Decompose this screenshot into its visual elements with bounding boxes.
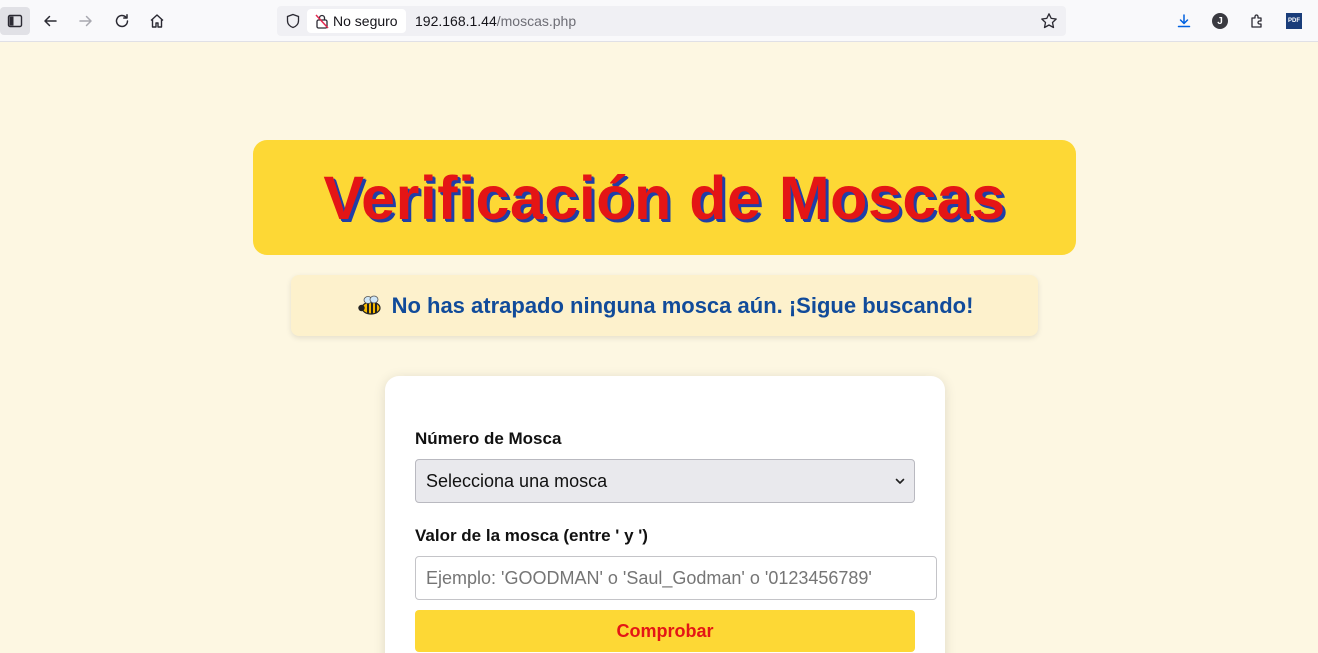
puzzle-icon: [1251, 14, 1262, 28]
download-icon: [1177, 14, 1191, 28]
address-bar[interactable]: No seguro 192.168.1.44/moscas.php: [277, 6, 1066, 36]
status-message-box: No has atrapado ninguna mosca aún. ¡Sigu…: [291, 275, 1038, 336]
account-avatar: J: [1212, 13, 1228, 29]
bookmark-star-icon[interactable]: [1040, 12, 1058, 30]
url-path: /moscas.php: [496, 13, 577, 29]
sidebar-icon: [7, 14, 23, 28]
page-title: Verificación de Moscas: [323, 163, 1006, 232]
title-banner: Verificación de Moscas: [253, 140, 1076, 255]
fly-number-selected: Selecciona una mosca: [426, 470, 608, 491]
fly-value-label: Valor de la mosca (entre ' y '): [415, 526, 648, 545]
back-button[interactable]: [36, 7, 64, 35]
bee-icon: [357, 295, 381, 315]
submit-button[interactable]: Comprobar: [415, 610, 915, 652]
extensions-button[interactable]: [1243, 7, 1271, 35]
pdf-extension-button[interactable]: PDF: [1280, 7, 1308, 35]
insecure-lock-icon: [315, 14, 329, 29]
forward-button[interactable]: [72, 7, 100, 35]
reload-button[interactable]: [108, 7, 136, 35]
security-label: No seguro: [333, 13, 398, 29]
url-text[interactable]: 192.168.1.44/moscas.php: [415, 13, 576, 29]
pdf-icon: PDF: [1286, 13, 1302, 29]
verification-form: Número de Mosca Selecciona una mosca Val…: [385, 376, 945, 653]
downloads-button[interactable]: [1170, 7, 1198, 35]
fly-number-select[interactable]: Selecciona una mosca: [415, 459, 915, 503]
browser-toolbar: No seguro 192.168.1.44/moscas.php J PDF: [0, 0, 1318, 42]
account-button[interactable]: J: [1206, 7, 1234, 35]
arrow-right-icon: [79, 15, 92, 27]
fly-value-input[interactable]: [415, 556, 937, 600]
url-host: 192.168.1.44: [415, 13, 497, 29]
reload-icon: [115, 14, 129, 28]
shield-icon[interactable]: [285, 13, 301, 29]
status-message: No has atrapado ninguna mosca aún. ¡Sigu…: [391, 292, 974, 318]
home-icon: [150, 14, 164, 28]
home-button[interactable]: [143, 7, 171, 35]
chevron-down-icon: [895, 478, 905, 484]
arrow-left-icon: [44, 15, 57, 27]
security-indicator[interactable]: No seguro: [307, 9, 406, 33]
sidebar-toggle-button[interactable]: [0, 7, 30, 35]
fly-number-label: Número de Mosca: [415, 429, 562, 448]
